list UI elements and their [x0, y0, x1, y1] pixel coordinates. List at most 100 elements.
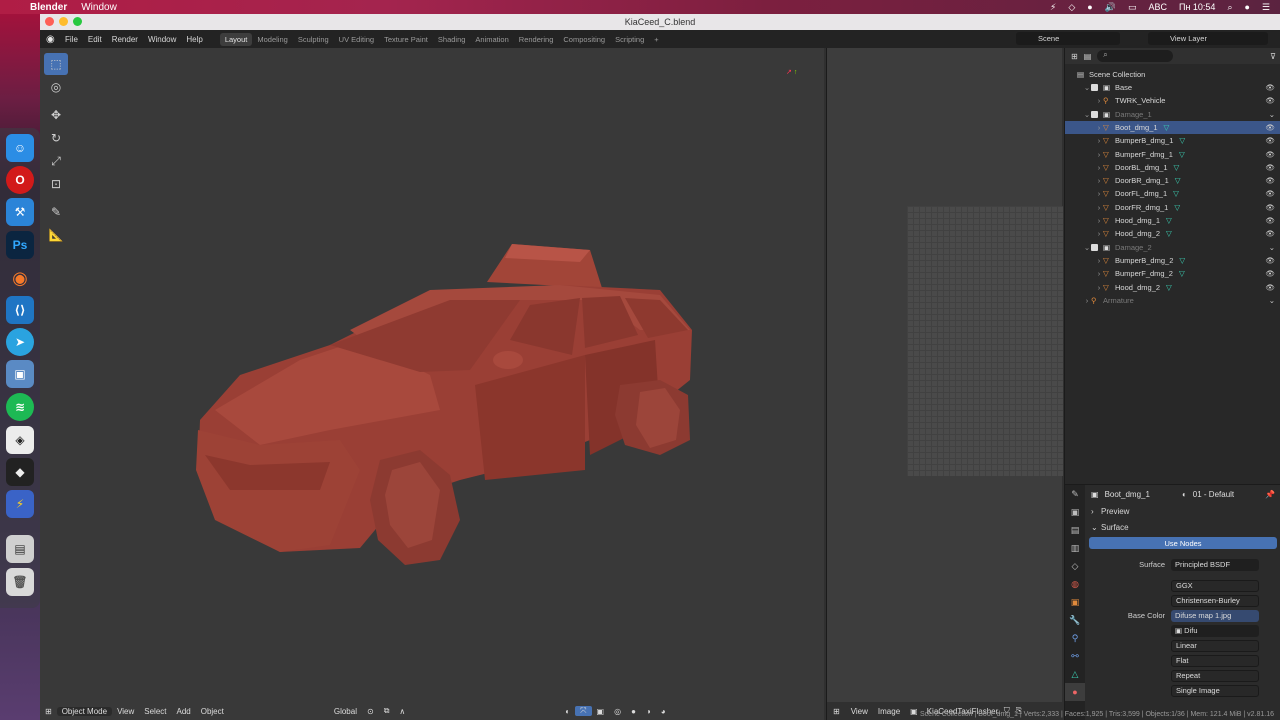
photoshop-icon[interactable]: Ps: [6, 231, 34, 259]
tab-shading[interactable]: Shading: [433, 33, 471, 46]
mesh-data-icon[interactable]: ▽: [1179, 136, 1185, 145]
visibility-eye-icon[interactable]: 👁: [1265, 256, 1275, 265]
unity-hub-icon[interactable]: ◈: [6, 426, 34, 454]
chevron-right-icon[interactable]: ›: [1095, 216, 1103, 225]
vscode-icon[interactable]: ⟨⟩: [6, 296, 34, 324]
menu-object[interactable]: Object: [196, 707, 229, 716]
editor-type-icon[interactable]: ⊞: [827, 707, 846, 716]
outliner-row[interactable]: › ▽ Hood_dmg_2 ▽ 👁: [1065, 227, 1280, 240]
chevron-right-icon[interactable]: ›: [1095, 123, 1103, 132]
visibility-eye-icon[interactable]: 👁: [1265, 203, 1275, 212]
mesh-data-icon[interactable]: ▽: [1166, 216, 1172, 225]
shading-rendered-icon[interactable]: ◕: [656, 707, 671, 716]
material-tab-icon[interactable]: ●: [1065, 683, 1085, 701]
visibility-eye-icon[interactable]: 👁: [1265, 283, 1275, 292]
mesh-data-icon[interactable]: ▽: [1179, 269, 1185, 278]
outliner-row[interactable]: ⌄ ▣ Damage_1 ⌄: [1065, 108, 1280, 121]
chevron-down-icon[interactable]: ⌄: [1083, 83, 1091, 92]
tab-compositing[interactable]: Compositing: [558, 33, 610, 46]
add-workspace-button[interactable]: +: [649, 33, 663, 46]
search-icon[interactable]: ⌕: [1227, 2, 1232, 13]
chevron-right-icon[interactable]: ›: [1095, 203, 1103, 212]
proportional-edit-icon[interactable]: ∧: [394, 707, 410, 716]
chevron-right-icon[interactable]: ›: [1095, 176, 1103, 185]
telegram-icon[interactable]: ➤: [6, 328, 34, 356]
visibility-eye-icon[interactable]: 👁: [1265, 136, 1275, 145]
xray-icon[interactable]: ▣: [592, 707, 610, 716]
blender-logo-icon[interactable]: ◉: [46, 34, 60, 45]
chevron-right-icon[interactable]: ›: [1095, 136, 1103, 145]
preview-icon[interactable]: ▣: [6, 360, 34, 388]
mesh-data-icon[interactable]: ▽: [1175, 176, 1181, 185]
distribution-dropdown[interactable]: GGX: [1171, 579, 1259, 592]
mode-dropdown[interactable]: Object Mode: [56, 706, 113, 716]
chevron-right-icon[interactable]: ›: [1095, 163, 1103, 172]
chevron-right-icon[interactable]: ›: [1095, 283, 1103, 292]
pivot-icon[interactable]: ⊙: [362, 707, 379, 716]
move-tool-icon[interactable]: ✥: [44, 104, 68, 126]
tab-scripting[interactable]: Scripting: [610, 33, 649, 46]
data-tab-icon[interactable]: △: [1065, 665, 1085, 683]
visibility-eye-icon[interactable]: 👁: [1265, 163, 1275, 172]
outliner-row[interactable]: › ⚲ Armature ⌄: [1065, 294, 1280, 307]
cursor-tool-icon[interactable]: ◎: [44, 76, 68, 98]
outliner-row[interactable]: › ▽ Boot_dmg_1 ▽ 👁: [1065, 120, 1280, 134]
menu-add[interactable]: Add: [172, 707, 196, 716]
world-tab-icon[interactable]: ◍: [1065, 575, 1085, 593]
shading-material-icon[interactable]: ◑: [641, 707, 656, 716]
spotify-icon[interactable]: ≋: [6, 393, 34, 421]
image-datablock-field[interactable]: ▣ Difu: [1171, 624, 1259, 637]
visibility-eye-icon[interactable]: 👁: [1265, 123, 1275, 132]
mesh-data-icon[interactable]: ▽: [1179, 150, 1185, 159]
scene-tab-icon[interactable]: ◇: [1065, 557, 1085, 575]
output-tab-icon[interactable]: ▤: [1065, 521, 1085, 539]
source-dropdown[interactable]: Single Image: [1171, 684, 1259, 697]
mesh-data-icon[interactable]: ▽: [1164, 123, 1170, 132]
tab-texture-paint[interactable]: Texture Paint: [379, 33, 433, 46]
battery-icon[interactable]: ▭: [1128, 2, 1137, 13]
scene-selector[interactable]: Scene: [1016, 32, 1120, 45]
menu-image[interactable]: Image: [873, 707, 905, 716]
visibility-eye-icon[interactable]: 👁: [1265, 229, 1275, 238]
outliner-row[interactable]: ⌄ ▣ Damage_2 ⌄: [1065, 241, 1280, 254]
mesh-data-icon[interactable]: ▽: [1166, 283, 1172, 292]
outliner-row[interactable]: › ▽ BumperB_dmg_1 ▽ 👁: [1065, 134, 1280, 147]
chevron-right-icon[interactable]: ›: [1095, 150, 1103, 159]
preview-section[interactable]: › Preview: [1085, 503, 1280, 519]
render-tab-icon[interactable]: ▣: [1065, 503, 1085, 521]
visibility-eye-icon[interactable]: 👁: [1265, 269, 1275, 278]
outliner-row[interactable]: › ▽ Hood_dmg_1 ▽ 👁: [1065, 214, 1280, 227]
subsurface-method-dropdown[interactable]: Christensen-Burley: [1171, 594, 1259, 607]
outliner-row[interactable]: › ▽ DoorBR_dmg_1 ▽ 👁: [1065, 174, 1280, 187]
outliner-row[interactable]: › ▽ DoorFL_dmg_1 ▽ 👁: [1065, 187, 1280, 200]
tab-modeling[interactable]: Modeling: [252, 33, 292, 46]
extension-dropdown[interactable]: Repeat: [1171, 669, 1259, 682]
visibility-eye-icon[interactable]: ⌄: [1269, 243, 1275, 252]
outliner-row[interactable]: › ▽ BumperF_dmg_2 ▽ 👁: [1065, 267, 1280, 280]
menu-window[interactable]: Window: [143, 35, 181, 44]
clock[interactable]: Пн 10:54: [1179, 2, 1215, 12]
rotate-tool-icon[interactable]: ↻: [44, 127, 68, 149]
visibility-eye-icon[interactable]: 👁: [1265, 83, 1275, 92]
object-name[interactable]: Boot_dmg_1: [1105, 490, 1150, 499]
snap-icon[interactable]: ⧉: [379, 706, 395, 716]
menu-view[interactable]: View: [846, 707, 873, 716]
use-nodes-button[interactable]: Use Nodes: [1089, 537, 1277, 549]
menubar-item-window[interactable]: Window: [81, 2, 117, 13]
visibility-eye-icon[interactable]: 👁: [1265, 96, 1275, 105]
status-icon[interactable]: ⚡: [1050, 2, 1056, 13]
volume-icon[interactable]: 🔊: [1105, 2, 1116, 13]
scale-tool-icon[interactable]: ⤢: [44, 150, 68, 172]
display-mode-icon[interactable]: ▤: [1084, 52, 1092, 61]
xcode-icon[interactable]: ⚒: [6, 198, 34, 226]
visibility-eye-icon[interactable]: 👁: [1265, 176, 1275, 185]
chevron-right-icon[interactable]: ›: [1083, 296, 1091, 305]
chevron-down-icon[interactable]: ⌄: [1083, 110, 1091, 119]
mesh-data-icon[interactable]: ▽: [1174, 203, 1180, 212]
object-tab-icon[interactable]: ▣: [1065, 593, 1085, 611]
modifier-tab-icon[interactable]: 🔧: [1065, 611, 1085, 629]
finder-icon[interactable]: ☺: [6, 134, 34, 162]
surface-shader-field[interactable]: Principled BSDF: [1171, 558, 1259, 571]
mesh-data-icon[interactable]: ▽: [1179, 256, 1185, 265]
image-editor[interactable]: ⊞ View Image ▣ KiaCeedTaxiFlasher... ⛉ ⎘: [826, 48, 1063, 720]
